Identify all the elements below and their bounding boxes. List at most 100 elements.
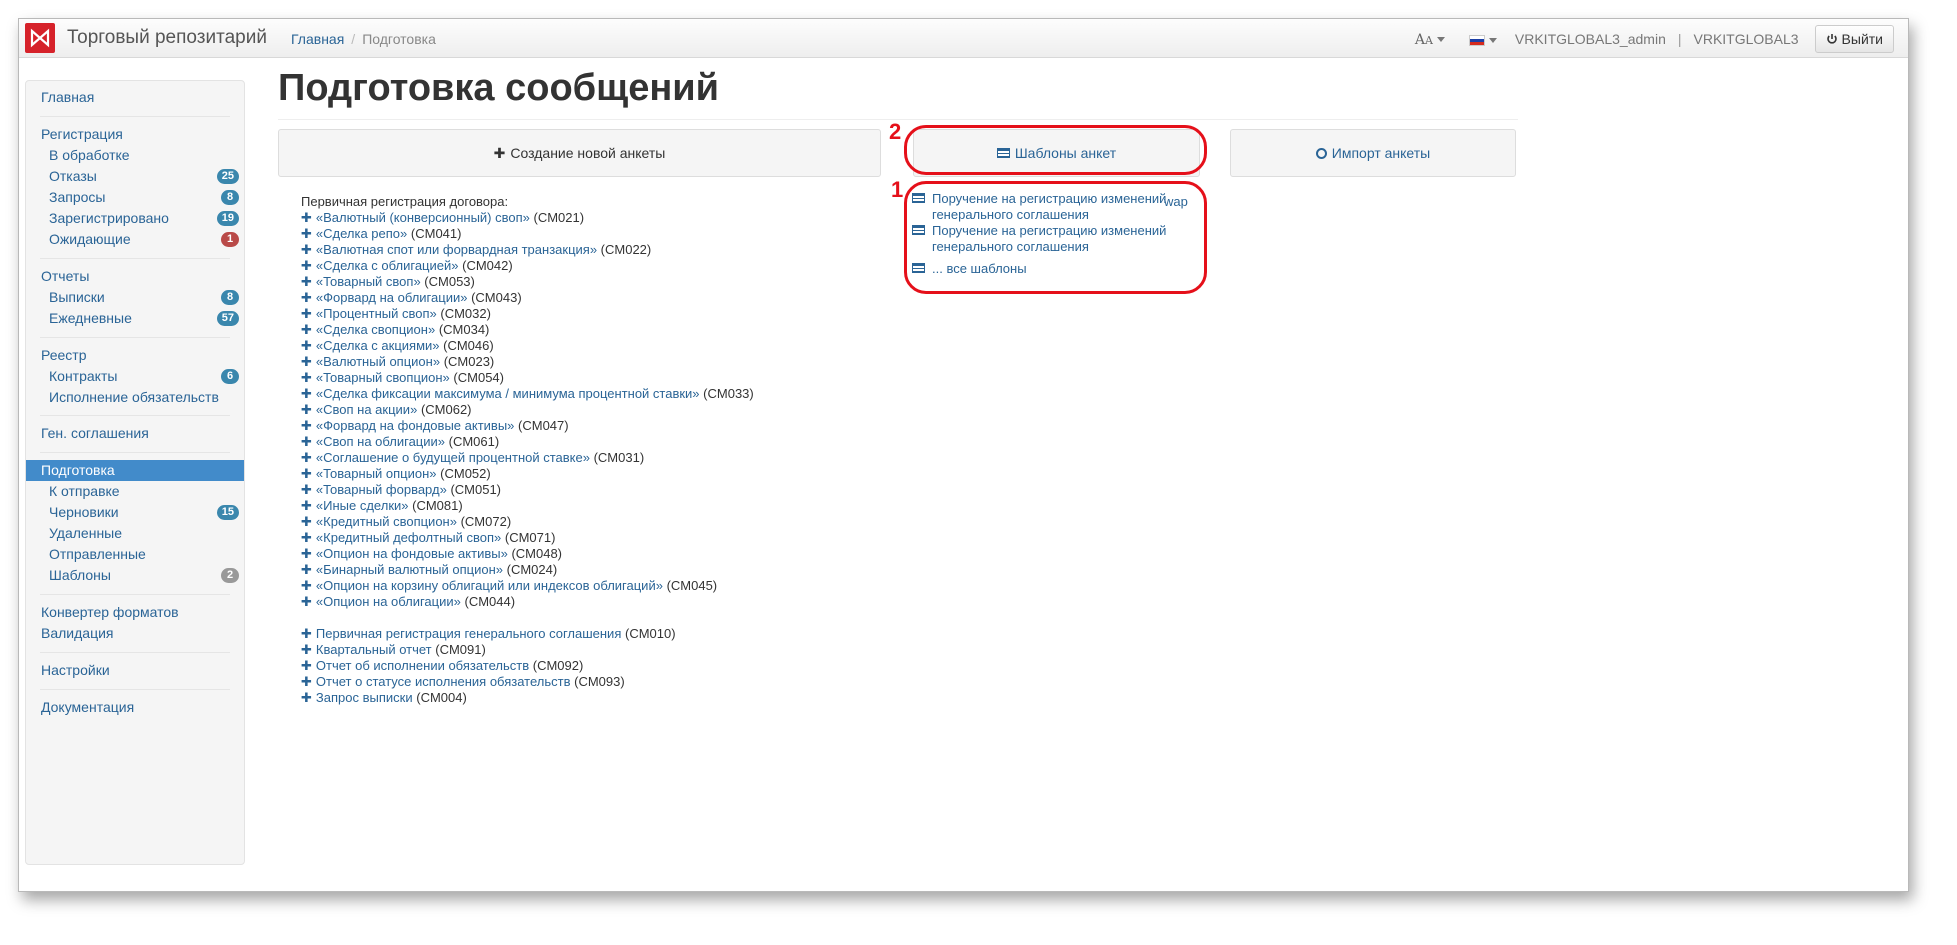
sidebar-item-drafts[interactable]: Черновики 15: [26, 502, 244, 523]
language-dropdown[interactable]: [1468, 31, 1497, 47]
plus-icon[interactable]: ✚: [301, 210, 312, 225]
sidebar-item-gen-agreements[interactable]: Ген. соглашения: [26, 423, 244, 444]
message-type-link[interactable]: «Кредитный дефолтный своп»: [316, 530, 501, 545]
plus-icon[interactable]: ✚: [301, 338, 312, 353]
wap-label[interactable]: wap: [1164, 194, 1188, 209]
plus-icon[interactable]: ✚: [301, 418, 312, 433]
message-type-link[interactable]: «Опцион на корзину облигаций или индексо…: [316, 578, 663, 593]
sidebar-item-templates[interactable]: Шаблоны 2: [26, 565, 244, 586]
sidebar-item-obligations[interactable]: Исполнение обязательств: [26, 387, 244, 408]
moex-logo-icon[interactable]: [25, 23, 55, 53]
sidebar-item-to-send[interactable]: К отправке: [26, 481, 244, 502]
message-type-link[interactable]: «Своп на облигации»: [316, 434, 445, 449]
sidebar-item-registered[interactable]: Зарегистрировано 19: [26, 208, 244, 229]
brand-title[interactable]: Торговый репозитарий: [67, 27, 267, 49]
plus-icon[interactable]: ✚: [301, 402, 312, 417]
message-type-link[interactable]: «Бинарный валютный опцион»: [316, 562, 503, 577]
message-type-link[interactable]: «Товарный опцион»: [316, 466, 437, 481]
sidebar-item-main[interactable]: Главная: [26, 87, 244, 108]
message-type-link[interactable]: «Кредитный свопцион»: [316, 514, 457, 529]
font-size-dropdown[interactable]: AA: [1415, 31, 1445, 48]
plus-icon[interactable]: ✚: [301, 594, 312, 609]
plus-icon[interactable]: ✚: [301, 690, 312, 705]
message-type-link[interactable]: «Соглашение о будущей процентной ставке»: [316, 450, 590, 465]
sidebar-item-requests[interactable]: Запросы 8: [26, 187, 244, 208]
message-type-link[interactable]: «Форвард на фондовые активы»: [316, 418, 515, 433]
message-type-link[interactable]: «Сделка с облигацией»: [316, 258, 459, 273]
sidebar-item-sent[interactable]: Отправленные: [26, 544, 244, 565]
list-item: ✚ «Сделка фиксации максимума / минимума п…: [301, 386, 861, 402]
sidebar-item-documentation[interactable]: Документация: [26, 697, 244, 718]
message-type-link[interactable]: «Товарный форвард»: [316, 482, 447, 497]
message-type-link[interactable]: «Иные сделки»: [316, 498, 409, 513]
template-label: Поручение на регистрацию изменений генер…: [932, 191, 1167, 222]
message-type-link[interactable]: «Процентный своп»: [316, 306, 437, 321]
import-questionnaire-button[interactable]: Импорт анкеты: [1230, 129, 1516, 177]
message-type-link[interactable]: «Сделка фиксации максимума / минимума пр…: [316, 386, 700, 401]
message-type-link[interactable]: «Форвард на облигации»: [316, 290, 468, 305]
message-type-link[interactable]: Отчет о статусе исполнения обязательств: [316, 674, 571, 689]
sidebar-item-rejections[interactable]: Отказы 25: [26, 166, 244, 187]
sidebar-item-registration[interactable]: Регистрация: [26, 124, 244, 145]
plus-icon[interactable]: ✚: [301, 386, 312, 401]
plus-icon[interactable]: ✚: [301, 498, 312, 513]
plus-icon[interactable]: ✚: [301, 306, 312, 321]
sidebar-item-contracts[interactable]: Контракты 6: [26, 366, 244, 387]
plus-icon[interactable]: ✚: [301, 354, 312, 369]
sidebar-item-converter[interactable]: Конвертер форматов: [26, 602, 244, 623]
sidebar-item-reports[interactable]: Отчеты: [26, 266, 244, 287]
message-type-link[interactable]: «Валютный (конверсионный) своп»: [316, 210, 530, 225]
plus-icon[interactable]: ✚: [301, 466, 312, 481]
plus-icon[interactable]: ✚: [301, 226, 312, 241]
plus-icon[interactable]: ✚: [301, 658, 312, 673]
message-type-link[interactable]: «Товарный свопцион»: [316, 370, 450, 385]
message-type-link[interactable]: «Опцион на фондовые активы»: [316, 546, 508, 561]
breadcrumb-home[interactable]: Главная: [291, 31, 344, 47]
create-questionnaire-button[interactable]: ✚ Создание новой анкеты: [278, 129, 881, 177]
message-type-link[interactable]: Запрос выписки: [316, 690, 413, 705]
sidebar-item-settings[interactable]: Настройки: [26, 660, 244, 681]
plus-icon[interactable]: ✚: [301, 434, 312, 449]
message-type-link[interactable]: «Товарный своп»: [316, 274, 421, 289]
message-type-link[interactable]: Отчет об исполнении обязательств: [316, 658, 529, 673]
list-item: ✚ Отчет о статусе исполнения обязательств…: [301, 674, 861, 690]
sidebar-item-label: Зарегистрировано: [49, 210, 169, 226]
message-type-link[interactable]: Квартальный отчет: [316, 642, 432, 657]
plus-icon[interactable]: ✚: [301, 258, 312, 273]
plus-icon[interactable]: ✚: [301, 626, 312, 641]
message-type-link[interactable]: «Сделка репо»: [316, 226, 407, 241]
plus-icon[interactable]: ✚: [301, 370, 312, 385]
logout-button[interactable]: Выйти: [1814, 25, 1894, 53]
plus-icon[interactable]: ✚: [301, 642, 312, 657]
message-type-link[interactable]: Первичная регистрация генерального согла…: [316, 626, 621, 641]
message-type-link[interactable]: «Опцион на облигации»: [316, 594, 461, 609]
plus-icon[interactable]: ✚: [301, 530, 312, 545]
message-type-link[interactable]: «Валютный опцион»: [316, 354, 440, 369]
sidebar-item-registry[interactable]: Реестр: [26, 345, 244, 366]
sidebar-item-deleted[interactable]: Удаленные: [26, 523, 244, 544]
plus-icon[interactable]: ✚: [301, 562, 312, 577]
sidebar-item-pending[interactable]: Ожидающие 1: [26, 229, 244, 250]
sidebar-item-in-processing[interactable]: В обработке: [26, 145, 244, 166]
plus-icon[interactable]: ✚: [301, 578, 312, 593]
plus-icon[interactable]: ✚: [301, 274, 312, 289]
sidebar-item-validation[interactable]: Валидация: [26, 623, 244, 644]
list-item: ✚ «Товарный своп» (CM053): [301, 274, 861, 290]
plus-icon[interactable]: ✚: [301, 482, 312, 497]
sidebar-item-statements[interactable]: Выписки 8: [26, 287, 244, 308]
plus-icon[interactable]: ✚: [301, 290, 312, 305]
plus-icon[interactable]: ✚: [301, 514, 312, 529]
plus-icon[interactable]: ✚: [301, 674, 312, 689]
message-type-link[interactable]: «Сделка с акциями»: [316, 338, 440, 353]
list-item: ✚ «Товарный форвард» (CM051): [301, 482, 861, 498]
plus-icon[interactable]: ✚: [301, 322, 312, 337]
sidebar-item-preparation[interactable]: Подготовка: [26, 460, 244, 481]
sidebar-item-daily[interactable]: Ежедневные 57: [26, 308, 244, 329]
plus-icon[interactable]: ✚: [301, 450, 312, 465]
plus-icon[interactable]: ✚: [301, 242, 312, 257]
message-type-link[interactable]: «Своп на акции»: [316, 402, 417, 417]
plus-icon[interactable]: ✚: [301, 546, 312, 561]
section-heading: Первичная регистрация договора:: [301, 194, 509, 209]
message-type-link[interactable]: «Сделка свопцион»: [316, 322, 435, 337]
message-type-link[interactable]: «Валютная спот или форвардная транзакция…: [316, 242, 597, 257]
